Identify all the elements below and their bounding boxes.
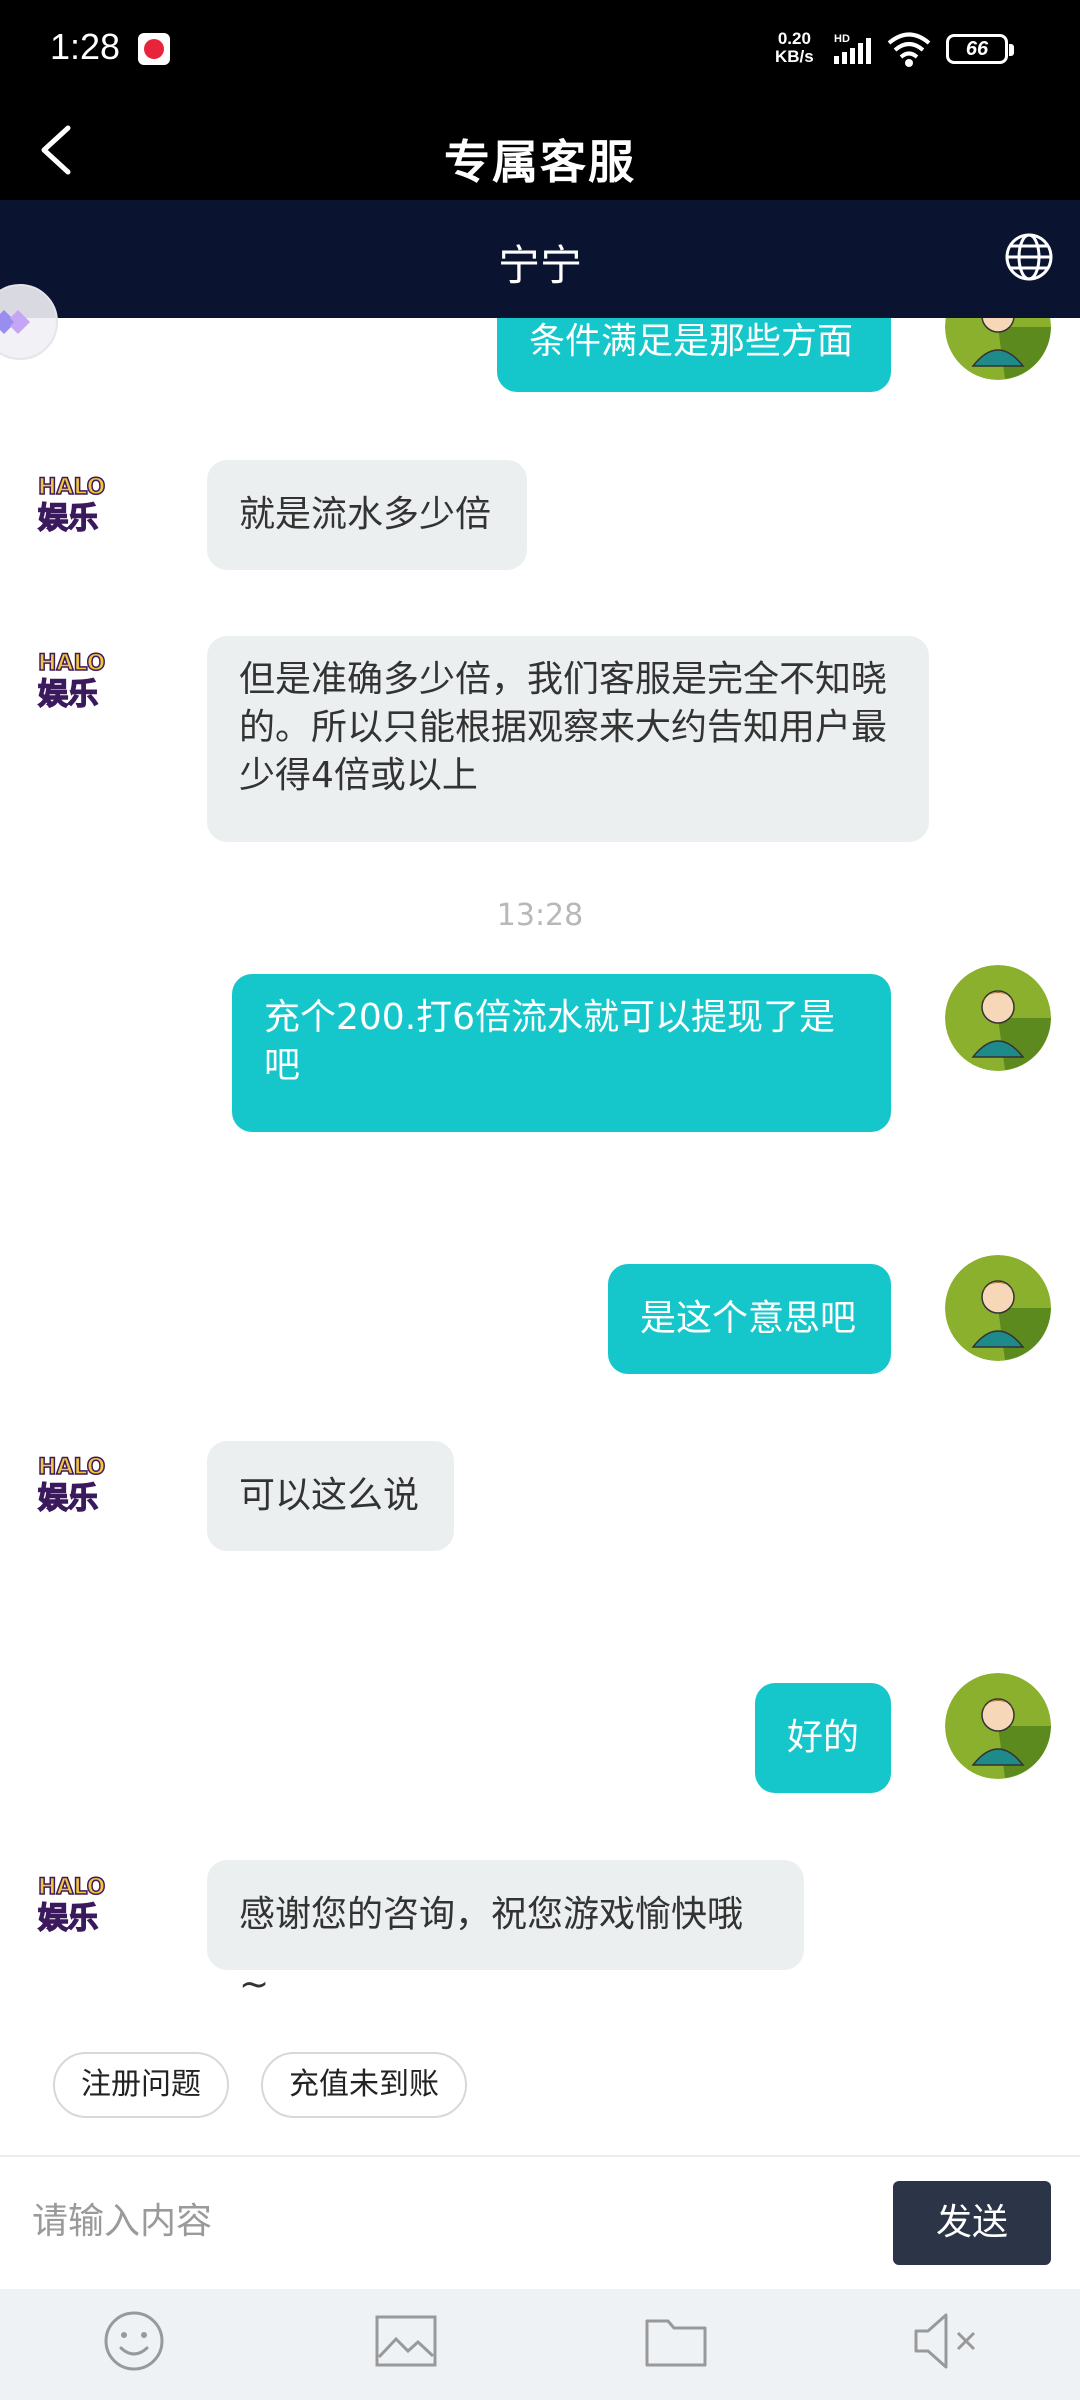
- quick-reply-recharge[interactable]: 充值未到账: [261, 2052, 467, 2118]
- user-message: 好的: [755, 1683, 891, 1793]
- user-avatar: [945, 318, 1051, 380]
- agent-avatar: HALO 娱乐: [37, 474, 106, 532]
- user-avatar: [945, 1673, 1051, 1779]
- network-speed-value: 0.20: [777, 29, 811, 48]
- message-input-bar: 发送: [0, 2155, 1080, 2289]
- quick-reply-register[interactable]: 注册问题: [53, 2052, 229, 2118]
- agent-avatar-line2: 娱乐: [38, 677, 98, 708]
- agent-message: 但是准确多少倍，我们客服是完全不知晓的。所以只能根据观察来大约告知用户最少得4倍…: [207, 636, 929, 842]
- user-avatar: [945, 965, 1051, 1071]
- agent-avatar-line1: HALO: [38, 475, 105, 500]
- agent-message: 感谢您的咨询，祝您游戏愉快哦~: [207, 1860, 804, 2005]
- agent-avatar-line2: 娱乐: [38, 501, 98, 532]
- status-bar: 1:28 0.20 KB/s HD 66: [0, 0, 1080, 100]
- floating-assist-button[interactable]: [0, 284, 58, 360]
- agent-avatar-line1: HALO: [38, 651, 105, 676]
- mute-icon[interactable]: [912, 2309, 982, 2373]
- emoji-icon[interactable]: [102, 2309, 166, 2373]
- agent-message: 就是流水多少倍: [207, 460, 527, 570]
- agent-avatar-line2: 娱乐: [38, 1481, 98, 1512]
- send-button[interactable]: 发送: [893, 2181, 1051, 2265]
- agent-avatar-line1: HALO: [38, 1875, 105, 1900]
- folder-icon[interactable]: [644, 2309, 708, 2373]
- hd-label: HD: [834, 33, 850, 45]
- agent-avatar-line1: HALO: [38, 1455, 105, 1480]
- message-input[interactable]: [32, 2179, 872, 2263]
- network-speed: 0.20 KB/s: [775, 30, 814, 66]
- app-header: 专属客服: [0, 100, 1080, 200]
- user-message: 是这个意思吧: [608, 1264, 891, 1374]
- agent-name: 宁宁: [497, 241, 582, 290]
- image-icon[interactable]: [374, 2309, 438, 2373]
- agent-message: 可以这么说: [207, 1441, 454, 1551]
- message-timestamp: 13:28: [496, 898, 584, 933]
- network-speed-unit: KB/s: [775, 47, 814, 66]
- notification-app-icon: [138, 33, 170, 65]
- user-avatar: [945, 1255, 1051, 1361]
- page-title: 专属客服: [444, 135, 636, 189]
- wifi-icon: [887, 32, 931, 67]
- agent-avatar: HALO 娱乐: [37, 650, 106, 708]
- status-time: 1:28: [50, 26, 121, 67]
- user-message: 充个200.打6倍流水就可以提现了是吧: [232, 974, 891, 1132]
- agent-bar: 宁宁: [0, 200, 1080, 318]
- double-chevron-icon: [0, 310, 30, 334]
- signal-icon: HD: [834, 33, 871, 64]
- agent-avatar: HALO 娱乐: [37, 1874, 106, 1932]
- battery-indicator: 66: [946, 34, 1014, 64]
- chat-messages[interactable]: 条件满足是那些方面 HALO 娱乐 就是流水多少倍 HALO 娱乐 但是准确多少…: [0, 318, 1080, 2155]
- agent-avatar-line2: 娱乐: [38, 1901, 98, 1932]
- agent-avatar: HALO 娱乐: [37, 1454, 106, 1512]
- language-globe-icon[interactable]: [1003, 231, 1055, 283]
- user-message: 条件满足是那些方面: [497, 318, 891, 392]
- attachment-toolbar: [0, 2289, 1080, 2400]
